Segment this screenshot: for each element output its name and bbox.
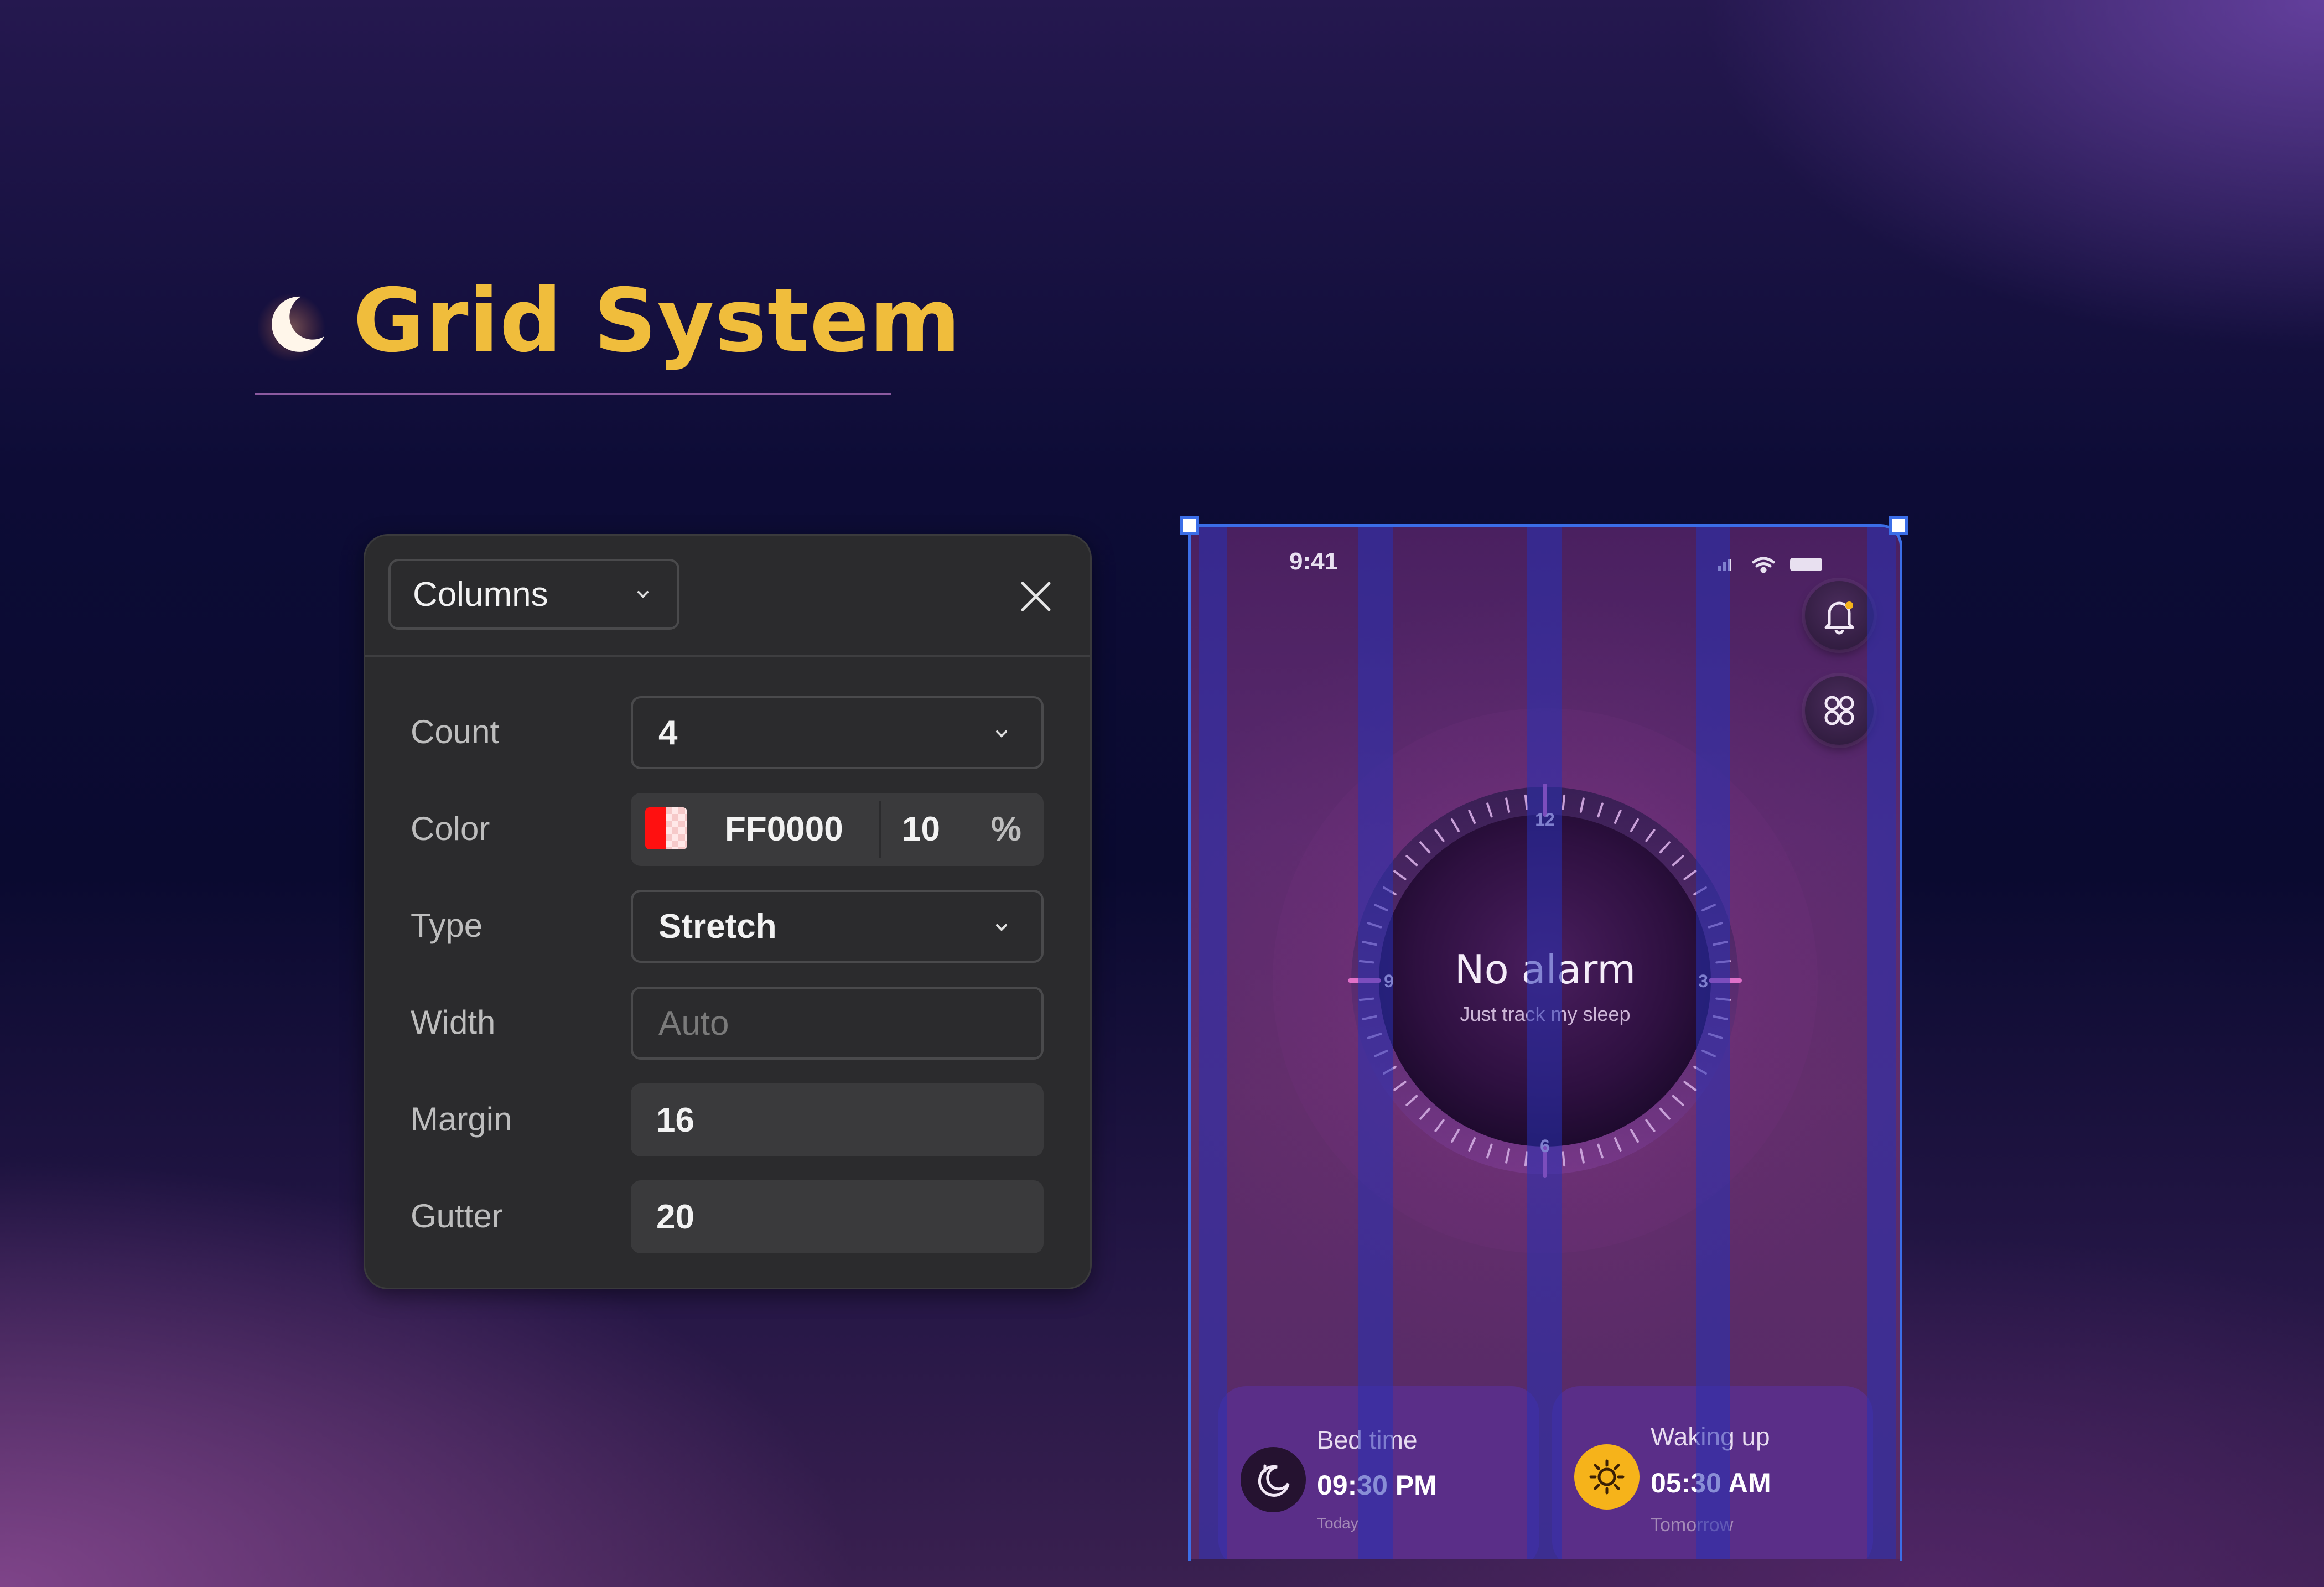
status-bar-time: 9:41 xyxy=(1289,548,1339,575)
close-icon[interactable] xyxy=(1018,579,1054,614)
gutter-row: Gutter 20 xyxy=(365,1180,1090,1253)
wifi-icon xyxy=(1752,557,1775,573)
count-value: 4 xyxy=(658,713,678,752)
status-bar-icons xyxy=(1718,557,1822,573)
width-row: Width Auto xyxy=(365,987,1090,1060)
field-divider xyxy=(879,801,881,858)
margin-label: Margin xyxy=(411,1101,512,1138)
grid-column-overlay xyxy=(1527,526,1562,1559)
title-underline xyxy=(255,393,891,395)
width-input[interactable]: Auto xyxy=(631,987,1044,1060)
type-value: Stretch xyxy=(658,907,777,946)
bed-time-day: Today xyxy=(1317,1515,1358,1532)
chevron-down-icon xyxy=(996,924,1007,931)
color-row: Color FF0000 10 % xyxy=(365,793,1090,866)
layout-grid-panel: Columns Count 4 Color FF0000 10 % Type S… xyxy=(364,534,1092,1289)
grid-column-overlay xyxy=(1199,526,1227,1559)
chevron-down-icon xyxy=(637,591,649,598)
gutter-value: 20 xyxy=(656,1197,694,1236)
bell-icon xyxy=(1824,601,1854,635)
crescent-moon-icon xyxy=(258,293,325,361)
clock-minor-tick xyxy=(1562,1151,1566,1167)
clock-minor-tick xyxy=(1524,794,1528,810)
count-row: Count 4 xyxy=(365,696,1090,769)
battery-icon xyxy=(1790,558,1822,571)
type-dropdown[interactable]: Stretch xyxy=(631,890,1044,963)
grid-column-overlay xyxy=(1696,526,1730,1559)
percent-unit: % xyxy=(990,810,1021,848)
gutter-input[interactable]: 20 xyxy=(631,1180,1044,1253)
layout-type-label: Columns xyxy=(413,575,548,614)
count-dropdown[interactable]: 4 xyxy=(631,696,1044,769)
page-title: Grid System xyxy=(353,270,962,372)
color-swatch[interactable] xyxy=(645,807,687,849)
color-label: Color xyxy=(411,810,490,847)
type-row: Type Stretch xyxy=(365,890,1090,963)
margin-value: 16 xyxy=(656,1101,694,1139)
sun-icon xyxy=(1574,1444,1640,1510)
alarm-bell-button[interactable] xyxy=(1805,581,1874,650)
width-label: Width xyxy=(411,1004,496,1041)
layout-type-dropdown[interactable]: Columns xyxy=(388,559,679,630)
color-hex-input[interactable]: FF0000 xyxy=(725,810,843,849)
color-field: FF0000 10 % xyxy=(631,793,1044,866)
width-placeholder: Auto xyxy=(658,1004,729,1043)
page-header: Grid System xyxy=(255,260,961,398)
margin-input[interactable]: 16 xyxy=(631,1083,1044,1156)
phone-frame[interactable]: 12 3 6 9 No alarm Just track my sleep 9:… xyxy=(1190,526,1901,1559)
chevron-down-icon xyxy=(996,730,1007,738)
color-opacity-input[interactable]: 10 xyxy=(902,810,940,849)
grid-column-overlay xyxy=(1868,526,1896,1559)
grid-column-overlay xyxy=(1358,526,1393,1559)
resize-handle-top-right[interactable] xyxy=(1889,516,1908,535)
clock-minor-tick xyxy=(1524,1151,1528,1167)
panel-header: Columns xyxy=(365,536,1090,657)
type-label: Type xyxy=(411,907,483,944)
margin-row: Margin 16 xyxy=(365,1083,1090,1156)
count-label: Count xyxy=(411,713,500,750)
moon-clock-icon xyxy=(1241,1447,1306,1512)
apps-grid-button[interactable] xyxy=(1805,676,1874,745)
apps-grid-icon xyxy=(1824,696,1854,725)
clock-minor-tick xyxy=(1562,794,1566,810)
gutter-label: Gutter xyxy=(411,1197,503,1235)
resize-handle-top-left[interactable] xyxy=(1180,516,1199,535)
